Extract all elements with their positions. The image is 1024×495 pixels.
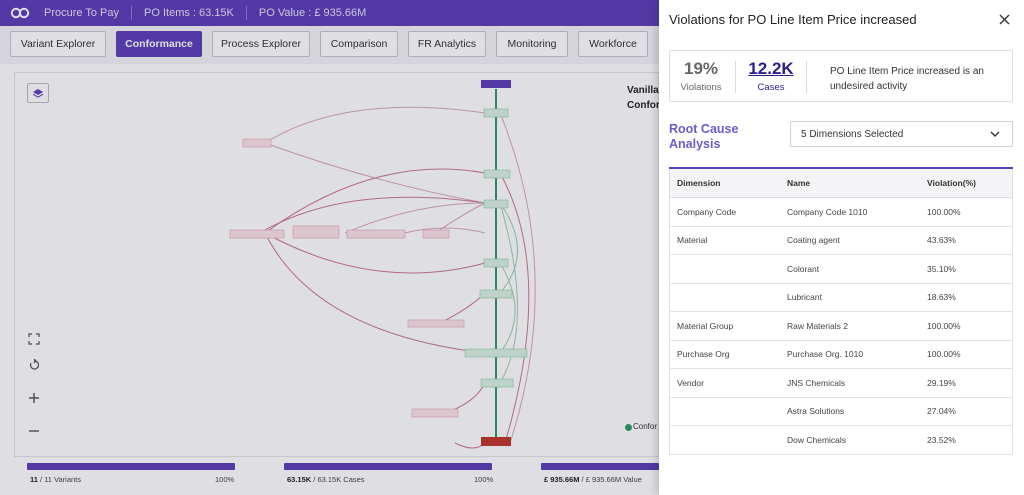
table-row: Company Code Company Code 1010 100.00% — [669, 198, 1013, 227]
name-cell: Company Code 1010 — [787, 206, 868, 217]
column-header-name[interactable]: Name — [787, 169, 810, 197]
dimension-cell: Material Group — [677, 320, 734, 331]
name-cell: Lubricant — [787, 292, 822, 303]
violation-cell: 35.10% — [927, 263, 956, 274]
table-row: Vendor JNS Chemicals 29.19% — [669, 369, 1013, 398]
dimension-cell: Vendor — [677, 377, 704, 388]
close-icon[interactable] — [995, 10, 1013, 28]
modal-backdrop[interactable] — [0, 0, 659, 495]
name-cell: Purchase Org. 1010 — [787, 349, 864, 360]
violation-description: PO Line Item Price increased is an undes… — [830, 66, 984, 92]
column-header-dimension[interactable]: Dimension — [677, 169, 720, 197]
table-row: Colorant 35.10% — [669, 255, 1013, 284]
divider — [735, 61, 736, 93]
violations-value: 19% — [683, 59, 719, 78]
root-cause-title: Root Cause Analysis — [669, 122, 739, 151]
violation-cell: 43.63% — [927, 235, 956, 246]
chevron-down-icon — [990, 131, 1004, 137]
violations-label: Violations — [680, 82, 722, 93]
name-cell: Colorant — [787, 263, 820, 274]
dimension-cell: Company Code — [677, 206, 737, 217]
name-cell: Astra Solutions — [787, 406, 845, 417]
name-cell: Coating agent — [787, 235, 840, 246]
name-cell: JNS Chemicals — [787, 377, 846, 388]
dimensions-select-value: 5 Dimensions Selected — [801, 128, 904, 140]
violation-cell: 100.00% — [927, 349, 961, 360]
table-row: Lubricant 18.63% — [669, 283, 1013, 312]
table-row: Dow Chemicals 23.52% — [669, 426, 1013, 455]
divider — [806, 61, 807, 93]
panel-title: Violations for PO Line Item Price increa… — [669, 12, 917, 27]
violation-cell: 100.00% — [927, 206, 961, 217]
column-header-violation[interactable]: Violation(%) — [927, 169, 976, 197]
name-cell: Raw Materials 2 — [787, 320, 848, 331]
violation-cell: 29.19% — [927, 377, 956, 388]
cases-link[interactable]: 12.2K — [740, 59, 802, 79]
dimension-cell: Purchase Org — [677, 349, 730, 360]
table-row: Astra Solutions 27.04% — [669, 397, 1013, 426]
violation-cell: 27.04% — [927, 406, 956, 417]
name-cell: Dow Chemicals — [787, 434, 847, 445]
root-cause-table: Dimension Name Violation(%) Company Code… — [669, 167, 1013, 455]
violation-cell: 18.63% — [927, 292, 956, 303]
violation-cell: 23.52% — [927, 434, 956, 445]
table-row: Material Group Raw Materials 2 100.00% — [669, 312, 1013, 341]
violations-panel: Violations for PO Line Item Price increa… — [659, 0, 1024, 495]
dimensions-select[interactable]: 5 Dimensions Selected — [790, 121, 1013, 147]
dimension-cell: Material — [677, 235, 708, 246]
violations-summary: 19% Violations 12.2K Cases PO Line Item … — [669, 50, 1013, 102]
violation-cell: 100.00% — [927, 320, 961, 331]
table-row: Purchase Org Purchase Org. 1010 100.00% — [669, 340, 1013, 369]
table-row: Material Coating agent 43.63% — [669, 226, 1013, 255]
table-header: Dimension Name Violation(%) — [669, 169, 1013, 198]
cases-label: Cases — [757, 82, 785, 93]
